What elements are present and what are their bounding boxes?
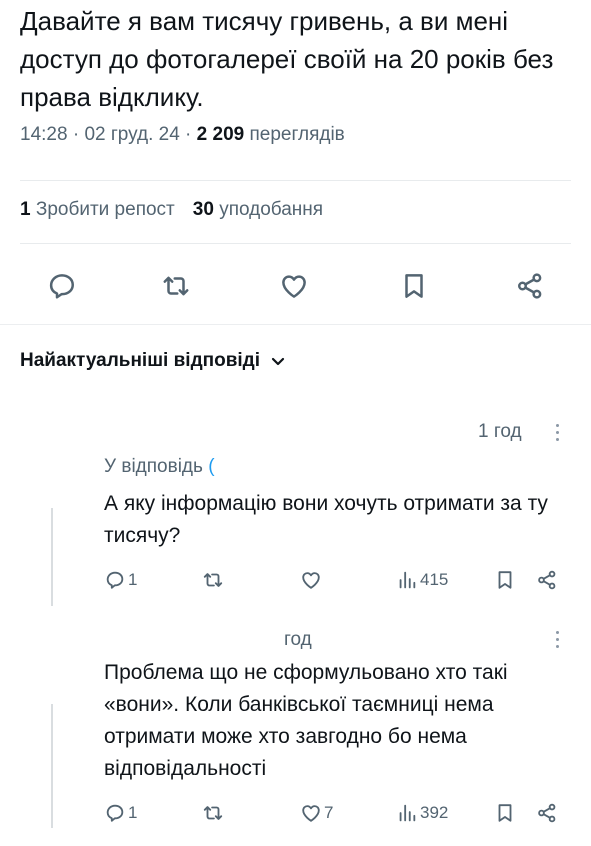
reply-like-button[interactable] — [300, 569, 324, 591]
divider — [20, 243, 571, 244]
repost-button[interactable] — [152, 262, 200, 310]
post-date[interactable]: 02 груд. 24 — [84, 124, 179, 145]
reply-icon — [106, 571, 124, 589]
reply-text: Проблема що не сформульовано хто такі «в… — [104, 661, 508, 780]
reply-time[interactable]: 1 год — [478, 421, 522, 443]
post-text: Давайте я вам тисячу гривень, а ви мені … — [20, 6, 554, 112]
repost-icon — [203, 573, 223, 587]
post-stats: 1 Зробити репост 30 уподобання — [20, 199, 323, 221]
reply-bookmark-button[interactable] — [494, 802, 516, 824]
reply-button[interactable] — [38, 262, 86, 310]
divider — [0, 324, 591, 325]
thread-line — [51, 508, 53, 606]
share-button[interactable] — [506, 262, 554, 310]
reply-share-button[interactable] — [536, 569, 558, 591]
reposts-stat[interactable]: 1 Зробити репост — [20, 199, 175, 220]
reply-reply-button[interactable]: 1 — [104, 569, 137, 591]
views-icon — [399, 571, 416, 589]
reply-views-button[interactable]: 392 — [396, 802, 448, 824]
views-count: 415 — [420, 570, 449, 589]
views-count: 2 209 — [196, 124, 245, 145]
divider — [20, 180, 571, 181]
thread-line — [51, 704, 53, 828]
post-meta: 14:28 · 02 груд. 24 · 2 209 переглядів — [20, 124, 345, 145]
share-icon — [538, 570, 556, 590]
replying-to: У відповідь ( — [104, 456, 215, 478]
more-icon[interactable] — [556, 631, 560, 652]
repost-icon — [163, 276, 189, 296]
reply-bookmark-button[interactable] — [494, 569, 516, 591]
likes-stat[interactable]: 30 уподобання — [193, 199, 323, 220]
reply-count: 1 — [128, 570, 138, 589]
like-icon — [282, 275, 306, 298]
likes-label: уподобання — [219, 199, 324, 220]
views-icon — [399, 804, 416, 822]
views-count: 392 — [420, 803, 449, 822]
like-icon — [302, 572, 320, 589]
bookmark-icon — [498, 804, 512, 822]
more-icon[interactable] — [556, 424, 560, 445]
post-action-bar — [0, 262, 591, 310]
bookmark-button[interactable] — [390, 262, 438, 310]
mention-link[interactable]: ( — [208, 456, 214, 477]
reply-icon — [106, 804, 124, 822]
reposts-label: Зробити репост — [35, 199, 175, 220]
reply-reply-button[interactable]: 1 — [104, 802, 137, 824]
reply-text: А яку інформацію вони хочуть отримати за… — [104, 492, 548, 547]
reply-time[interactable]: год — [284, 629, 312, 651]
like-icon — [302, 805, 320, 822]
share-icon — [518, 273, 542, 299]
bookmark-icon — [498, 571, 512, 589]
post-time[interactable]: 14:28 — [20, 124, 68, 145]
reply-count: 1 — [128, 803, 138, 822]
like-count: 7 — [324, 803, 334, 822]
repost-icon — [203, 806, 223, 820]
replies-sort-label: Найактуальніші відповіді — [20, 350, 261, 371]
reply-views-button[interactable]: 415 — [396, 569, 448, 591]
bookmark-icon — [405, 274, 423, 298]
reply-repost-button[interactable] — [202, 802, 224, 824]
reposts-count: 1 — [20, 199, 31, 220]
likes-count: 30 — [192, 199, 214, 220]
share-icon — [538, 803, 556, 823]
replies-sort-dropdown[interactable]: Найактуальніші відповіді — [20, 350, 286, 372]
replying-to-label: У відповідь — [104, 456, 203, 477]
reply-icon — [49, 274, 74, 299]
reply-like-button[interactable]: 7 — [300, 802, 333, 824]
like-button[interactable] — [270, 262, 318, 310]
chevron-down-icon — [271, 357, 285, 366]
reply-share-button[interactable] — [536, 802, 558, 824]
reply-repost-button[interactable] — [202, 569, 224, 591]
views-label: переглядів — [249, 124, 345, 145]
